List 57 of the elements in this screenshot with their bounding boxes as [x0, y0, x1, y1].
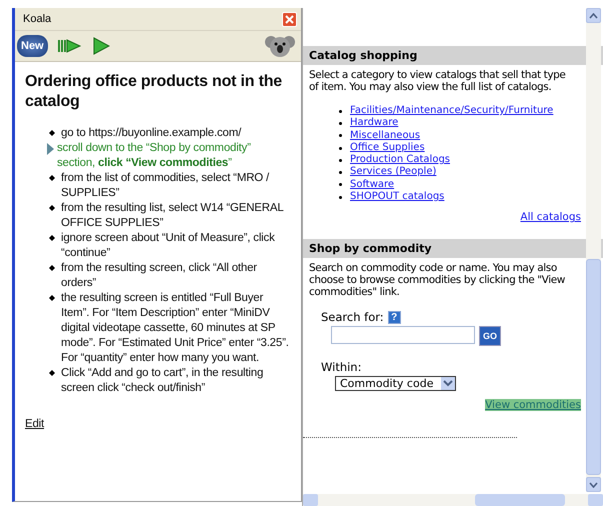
bullet-icon	[49, 295, 55, 301]
step-text: Click “Add and go to cart”, in the resulting screen click “check out/finish”	[61, 366, 264, 396]
bullet-icon	[339, 158, 342, 162]
step-text: from the resulting list, select W14 “GENERAL OFFICE SUPPLIES”	[61, 201, 284, 231]
category-link[interactable]: Hardware	[350, 117, 398, 130]
all-catalogs-link[interactable]: All catalogs	[520, 211, 581, 224]
bullet-icon	[49, 130, 55, 136]
horizontal-scrollbar[interactable]	[303, 494, 603, 506]
bullet-icon	[339, 171, 342, 174]
step-text: from the list of commodities, select “MRO / SUPPLIES”	[61, 171, 270, 201]
step-text: go to https://buyonline.example.com/	[61, 126, 242, 141]
category-link[interactable]: SHOPOUT catalogs	[350, 191, 444, 204]
category-link[interactable]: Services (People)	[350, 166, 436, 179]
category-link[interactable]: Software	[350, 178, 394, 192]
script-title: Ordering office products not in the catalog	[25, 72, 284, 112]
category-link[interactable]: Facilities/Maintenance/Security/Furniture	[350, 105, 554, 118]
bullet-icon	[49, 235, 55, 241]
vertical-scrollbar[interactable]	[586, 8, 601, 492]
chevron-down-icon	[441, 377, 455, 390]
bullet-icon	[339, 122, 342, 125]
go-button[interactable]: GO	[479, 326, 501, 346]
section-description: Search on commodity code or name. You may also choose to browse commodities by clicking the "View commodities" link.	[309, 262, 566, 298]
section-heading: Shop by commodity	[303, 239, 603, 258]
window-title: Koala	[23, 13, 52, 25]
bullet-icon	[339, 196, 342, 199]
current-step-text: scroll down to the “Shop by commodity” section, click “View commodities”	[57, 141, 252, 171]
search-field[interactable]	[331, 326, 475, 344]
section-description: Select a category to view catalogs that sell that type of item. You may also view the full list of catalogs.	[309, 69, 566, 93]
search-label: Search for:	[321, 310, 384, 324]
bullet-icon	[49, 205, 55, 211]
koala-icon	[265, 34, 295, 58]
bullet-icon	[339, 110, 342, 113]
current-step-icon	[47, 143, 54, 155]
within-label: Within:	[321, 360, 362, 374]
within-dropdown[interactable]: Commodity code	[335, 376, 456, 392]
section-heading: Catalog shopping	[303, 46, 603, 65]
scroll-down-icon	[589, 482, 598, 488]
bullet-icon	[49, 265, 55, 271]
category-link[interactable]: Miscellaneous	[350, 130, 420, 142]
new-button[interactable]: New	[17, 35, 48, 57]
bullet-icon	[339, 183, 342, 186]
bullet-icon	[49, 370, 55, 376]
step-text: ignore screen about “Unit of Measure”, click “continue”	[61, 231, 276, 261]
play-icon[interactable]	[92, 37, 110, 55]
category-link[interactable]: Production Catalogs	[350, 154, 450, 166]
bullet-icon	[339, 134, 342, 138]
step-text: from the resulting screen, click “All other orders”	[61, 261, 258, 291]
step-icon[interactable]	[58, 38, 82, 54]
bullet-icon	[339, 146, 342, 150]
category-link[interactable]: Office Supplies	[350, 142, 425, 154]
edit-link[interactable]: Edit	[25, 418, 291, 430]
bullet-icon	[49, 175, 55, 181]
close-icon	[285, 14, 294, 24]
step-text: the resulting screen is entitled “Full Buyer Item”. For “Item Description” enter “MiniDV digital videotape cassette, 60 minutes at SP mode”. For “Estimated Unit Price” enter “3.25”. For “quantity” enter how many you want.	[61, 291, 290, 366]
close-button[interactable]	[282, 12, 297, 26]
help-button[interactable]: ?	[388, 310, 401, 324]
scroll-up-icon	[589, 12, 598, 18]
